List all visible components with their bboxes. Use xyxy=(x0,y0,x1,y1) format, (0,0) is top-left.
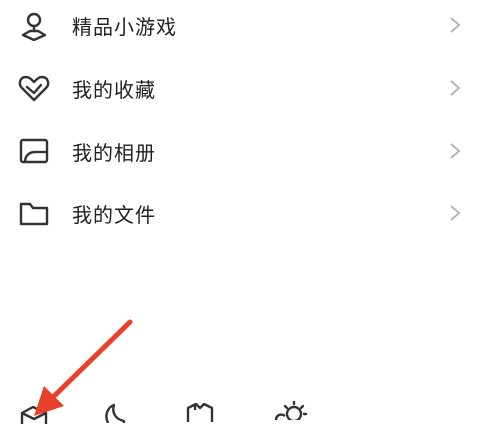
chevron-right-icon xyxy=(450,17,461,33)
moon-icon[interactable] xyxy=(100,403,128,423)
heart-favorite-icon xyxy=(18,72,50,104)
album-icon xyxy=(18,135,50,167)
menu-item-favorites[interactable]: 我的收藏 xyxy=(0,57,492,119)
menu-item-label: 我的文件 xyxy=(72,202,156,227)
shirt-icon[interactable] xyxy=(184,402,218,422)
folder-icon xyxy=(18,197,50,229)
box-icon[interactable] xyxy=(18,404,52,424)
menu-item-files[interactable]: 我的文件 xyxy=(0,182,492,244)
chevron-right-icon xyxy=(450,205,461,221)
menu-item-mini-games[interactable]: 精品小游戏 xyxy=(0,0,492,56)
game-pin-icon xyxy=(18,9,50,41)
menu-item-label: 我的收藏 xyxy=(72,77,156,102)
menu-item-label: 我的相册 xyxy=(72,140,156,165)
weather-icon[interactable] xyxy=(272,400,310,420)
chevron-right-icon xyxy=(450,80,461,96)
bottom-icon-row xyxy=(0,390,492,424)
menu-item-label: 精品小游戏 xyxy=(72,14,177,39)
menu-item-album[interactable]: 我的相册 xyxy=(0,120,492,182)
chevron-right-icon xyxy=(450,143,461,159)
